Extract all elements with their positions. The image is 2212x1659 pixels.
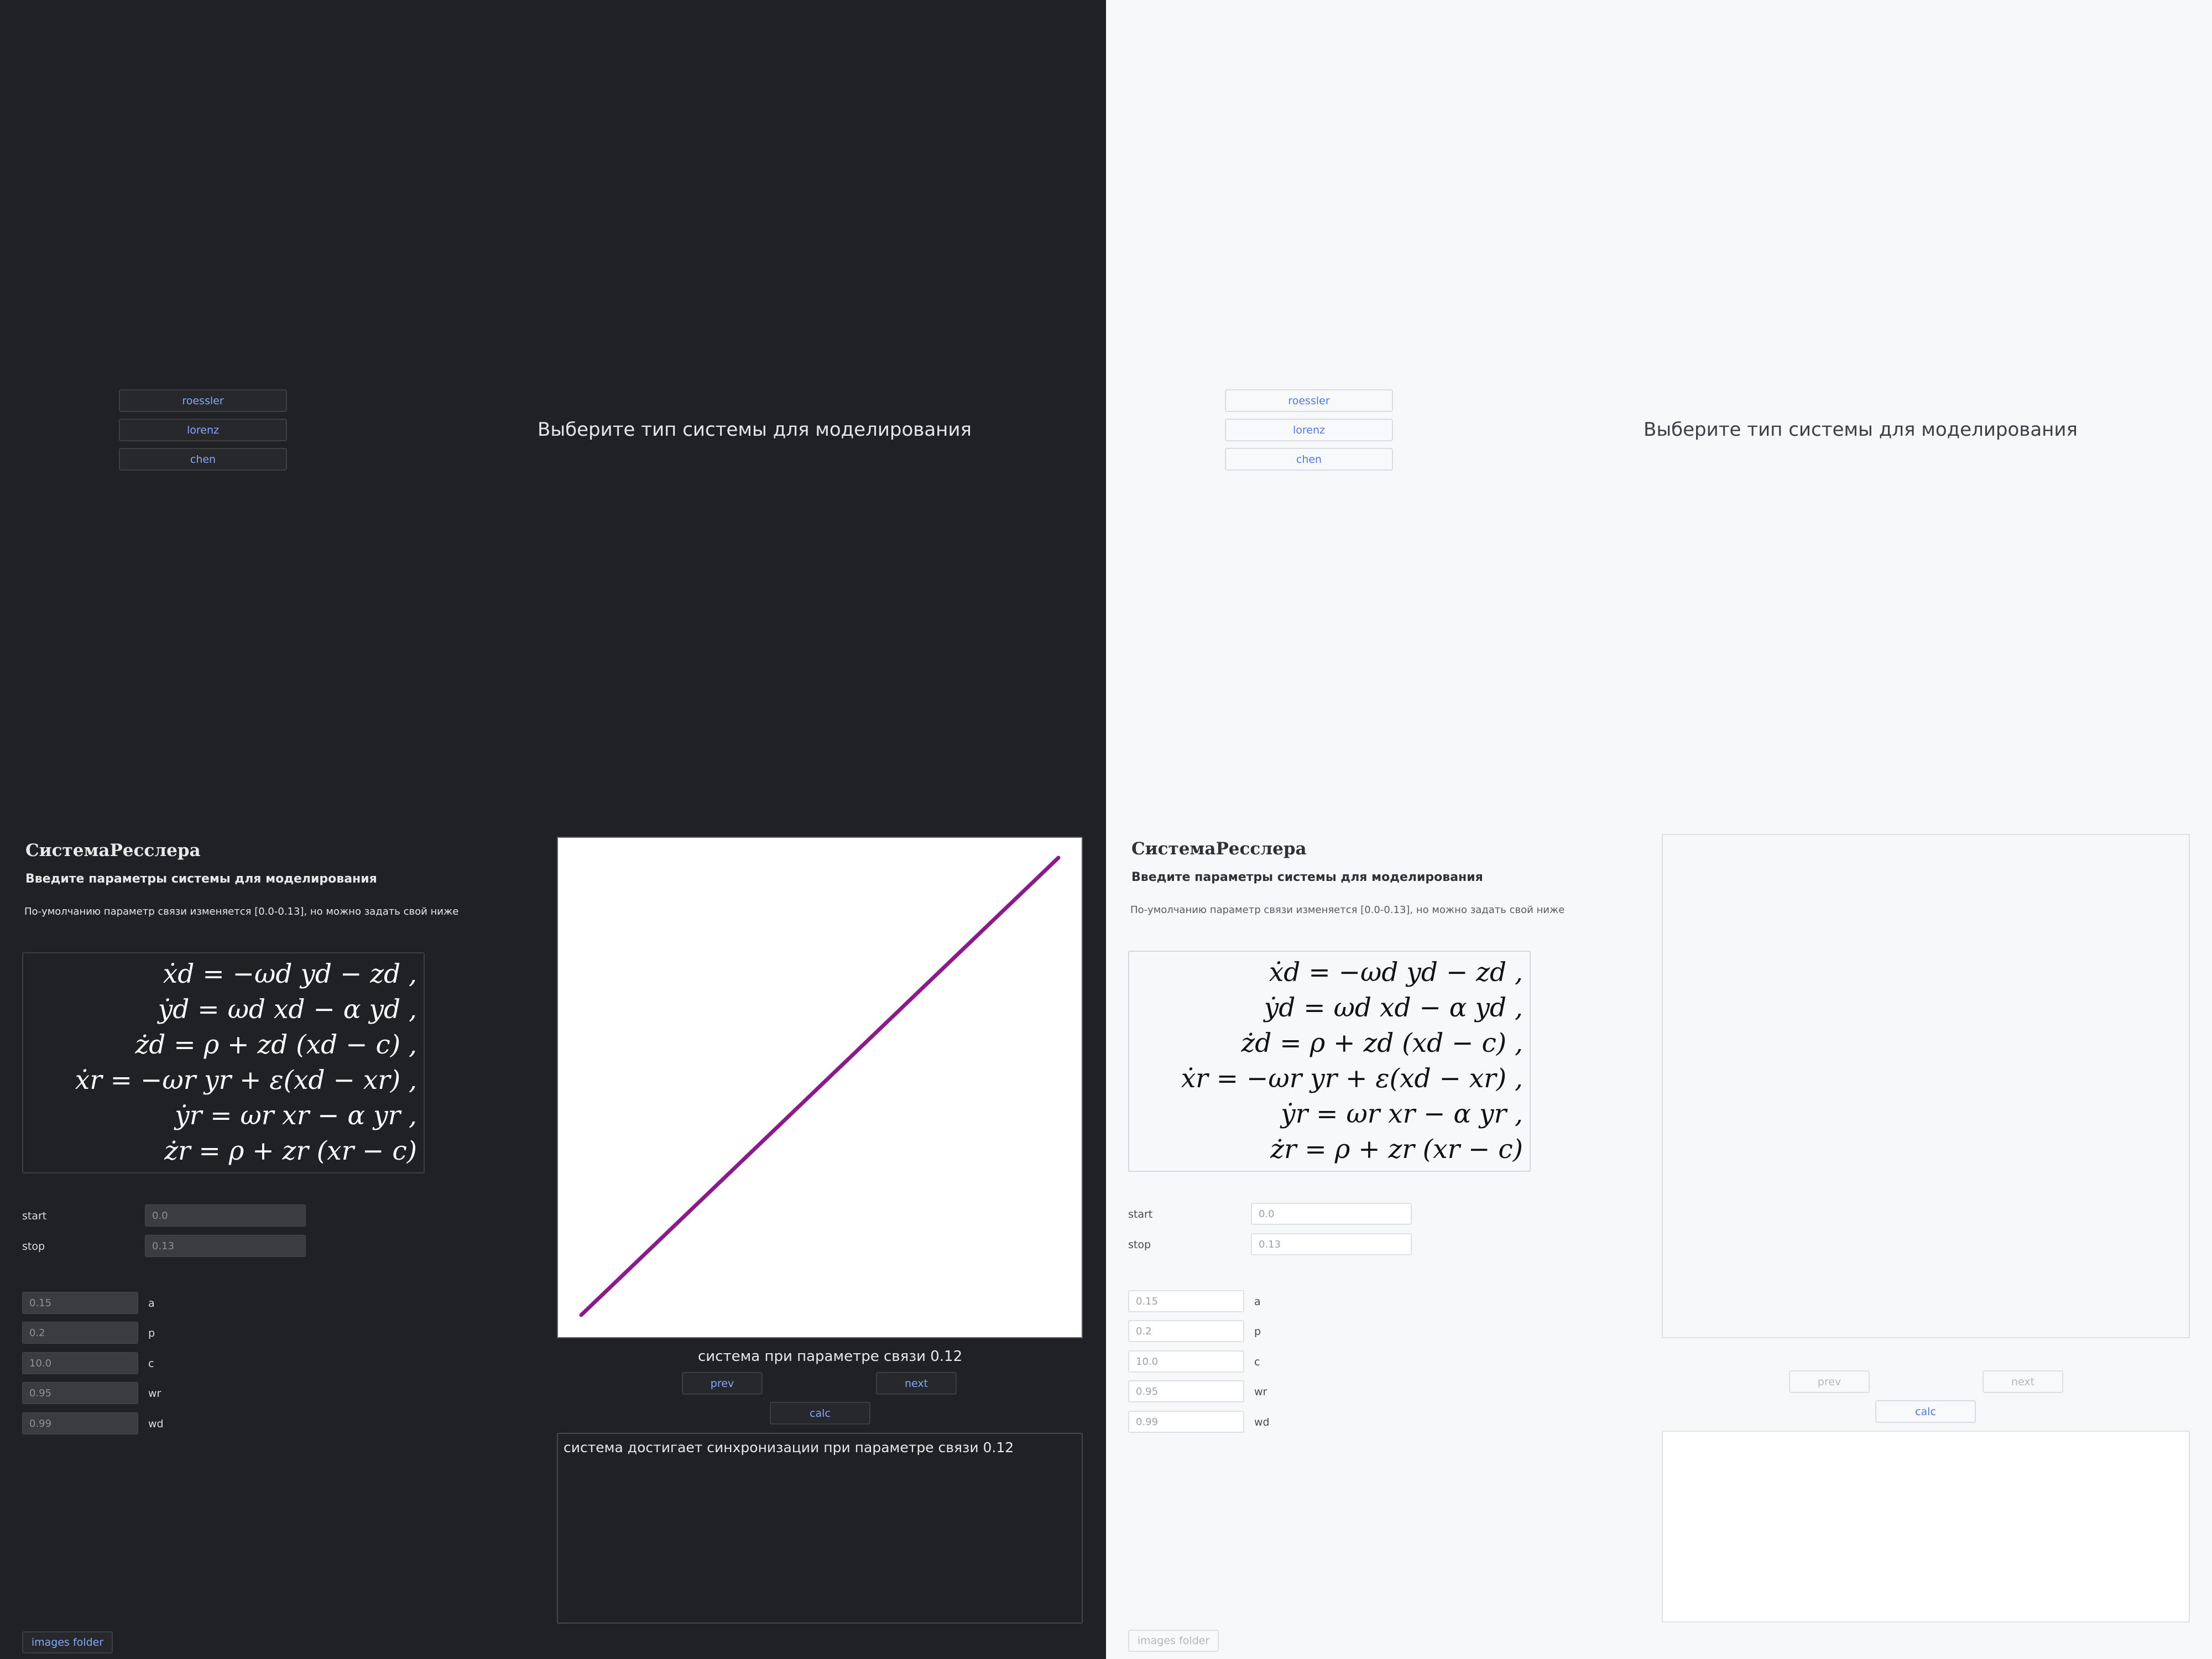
equation-line: ẋr = −ωr yr + ε(xd − xr) , (75, 1065, 417, 1095)
light-menu-panel: roessler lorenz chen Выберите тип систем… (1106, 0, 2212, 830)
param-a-input[interactable]: 0.15 (22, 1292, 138, 1314)
next-button[interactable]: next (1983, 1370, 2063, 1393)
images-folder-button[interactable]: images folder (22, 1631, 113, 1653)
empty-plot-area (1662, 834, 2190, 1338)
param-p-input[interactable]: 0.2 (22, 1322, 138, 1344)
chen-button[interactable]: chen (1225, 448, 1393, 471)
param-c-input[interactable]: 10.0 (1128, 1350, 1244, 1373)
start-label: start (22, 1210, 47, 1222)
start-input[interactable]: 0.0 (1251, 1203, 1412, 1225)
equation-line: ẏr = ωr xr − α yr , (175, 1100, 417, 1131)
result-output[interactable]: система достигает синхронизации при пара… (557, 1433, 1083, 1624)
system-choice-prompt: Выберите тип системы для моделирования (538, 419, 972, 441)
calc-button[interactable]: calc (770, 1402, 870, 1425)
stop-label: stop (1128, 1239, 1151, 1251)
param-wd-label: wd (1254, 1416, 1270, 1428)
chen-button[interactable]: chen (119, 448, 287, 471)
system-title: СистемаРесслера (1131, 839, 1307, 859)
equations-box: ẋd = −ωd yd − zd , ẏd = ωd xd − α yd , ż… (22, 952, 425, 1173)
system-choice-prompt: Выберите тип системы для моделирования (1644, 419, 2078, 441)
light-system-panel: СистемаРесслера Введите параметры систем… (1106, 830, 2212, 1659)
param-a-input[interactable]: 0.15 (1128, 1290, 1244, 1312)
equation-line: ẋd = −ωd yd − zd , (1269, 957, 1523, 988)
roessler-button[interactable]: roessler (1225, 389, 1393, 412)
images-folder-button[interactable]: images folder (1128, 1630, 1219, 1652)
param-p-label: p (148, 1327, 155, 1339)
param-p-input[interactable]: 0.2 (1128, 1320, 1244, 1342)
synchronization-plot (557, 837, 1083, 1338)
next-button[interactable]: next (876, 1372, 957, 1395)
equations-box: ẋd = −ωd yd − zd , ẏd = ωd xd − α yd , ż… (1128, 951, 1531, 1172)
system-subtitle: Введите параметры системы для моделирова… (1131, 870, 1483, 884)
param-wd-input[interactable]: 0.99 (1128, 1411, 1244, 1433)
system-note: По-умолчанию параметр связи изменяется [… (1130, 904, 1565, 916)
stop-input[interactable]: 0.13 (145, 1235, 306, 1257)
equation-line: ẋr = −ωr yr + ε(xd − xr) , (1181, 1063, 1523, 1094)
system-note: По-умолчанию параметр связи изменяется [… (24, 906, 459, 917)
param-c-label: c (1254, 1356, 1260, 1368)
equation-line: ẋd = −ωd yd − zd , (163, 959, 417, 989)
system-subtitle: Введите параметры системы для моделирова… (25, 872, 377, 886)
plot-caption: система при параметре связи 0.12 (698, 1348, 963, 1365)
dark-menu-panel: roessler lorenz chen Выберите тип систем… (0, 0, 1106, 830)
result-output[interactable] (1662, 1431, 2190, 1623)
equation-line: żr = ρ + zr (xr − c) (164, 1136, 417, 1166)
param-p-label: p (1254, 1326, 1261, 1338)
param-wr-input[interactable]: 0.95 (22, 1382, 138, 1404)
plot-canvas (579, 855, 1061, 1317)
param-a-label: a (1254, 1296, 1261, 1308)
param-wd-input[interactable]: 0.99 (22, 1412, 138, 1434)
param-a-label: a (148, 1297, 155, 1310)
equation-line: ẏd = ωd xd − α yd , (1264, 993, 1523, 1023)
plot-series-line-0 (579, 855, 1061, 1317)
equation-line: żr = ρ + zr (xr − c) (1270, 1134, 1523, 1165)
param-wd-label: wd (148, 1418, 164, 1430)
equation-line: żd = ρ + zd (xd − c) , (135, 1030, 417, 1060)
param-wr-label: wr (1254, 1386, 1267, 1398)
equation-line: ẏd = ωd xd − α yd , (158, 994, 417, 1025)
param-c-input[interactable]: 10.0 (22, 1352, 138, 1374)
start-label: start (1128, 1208, 1153, 1220)
calc-button[interactable]: calc (1875, 1400, 1976, 1423)
lorenz-button[interactable]: lorenz (1225, 419, 1393, 441)
stop-input[interactable]: 0.13 (1251, 1233, 1412, 1255)
system-title: СистемаРесслера (25, 841, 201, 860)
start-input[interactable]: 0.0 (145, 1204, 306, 1227)
param-c-label: c (148, 1358, 154, 1370)
lorenz-button[interactable]: lorenz (119, 419, 287, 441)
prev-button[interactable]: prev (1789, 1370, 1870, 1393)
roessler-button[interactable]: roessler (119, 389, 287, 412)
equation-line: ẏr = ωr xr − α yr , (1281, 1099, 1523, 1129)
stop-label: stop (22, 1240, 45, 1253)
param-wr-label: wr (148, 1387, 161, 1400)
prev-button[interactable]: prev (682, 1372, 763, 1395)
equation-line: żd = ρ + zd (xd − c) , (1241, 1028, 1523, 1058)
dark-system-panel: СистемаРесслера Введите параметры систем… (0, 830, 1106, 1659)
param-wr-input[interactable]: 0.95 (1128, 1380, 1244, 1402)
